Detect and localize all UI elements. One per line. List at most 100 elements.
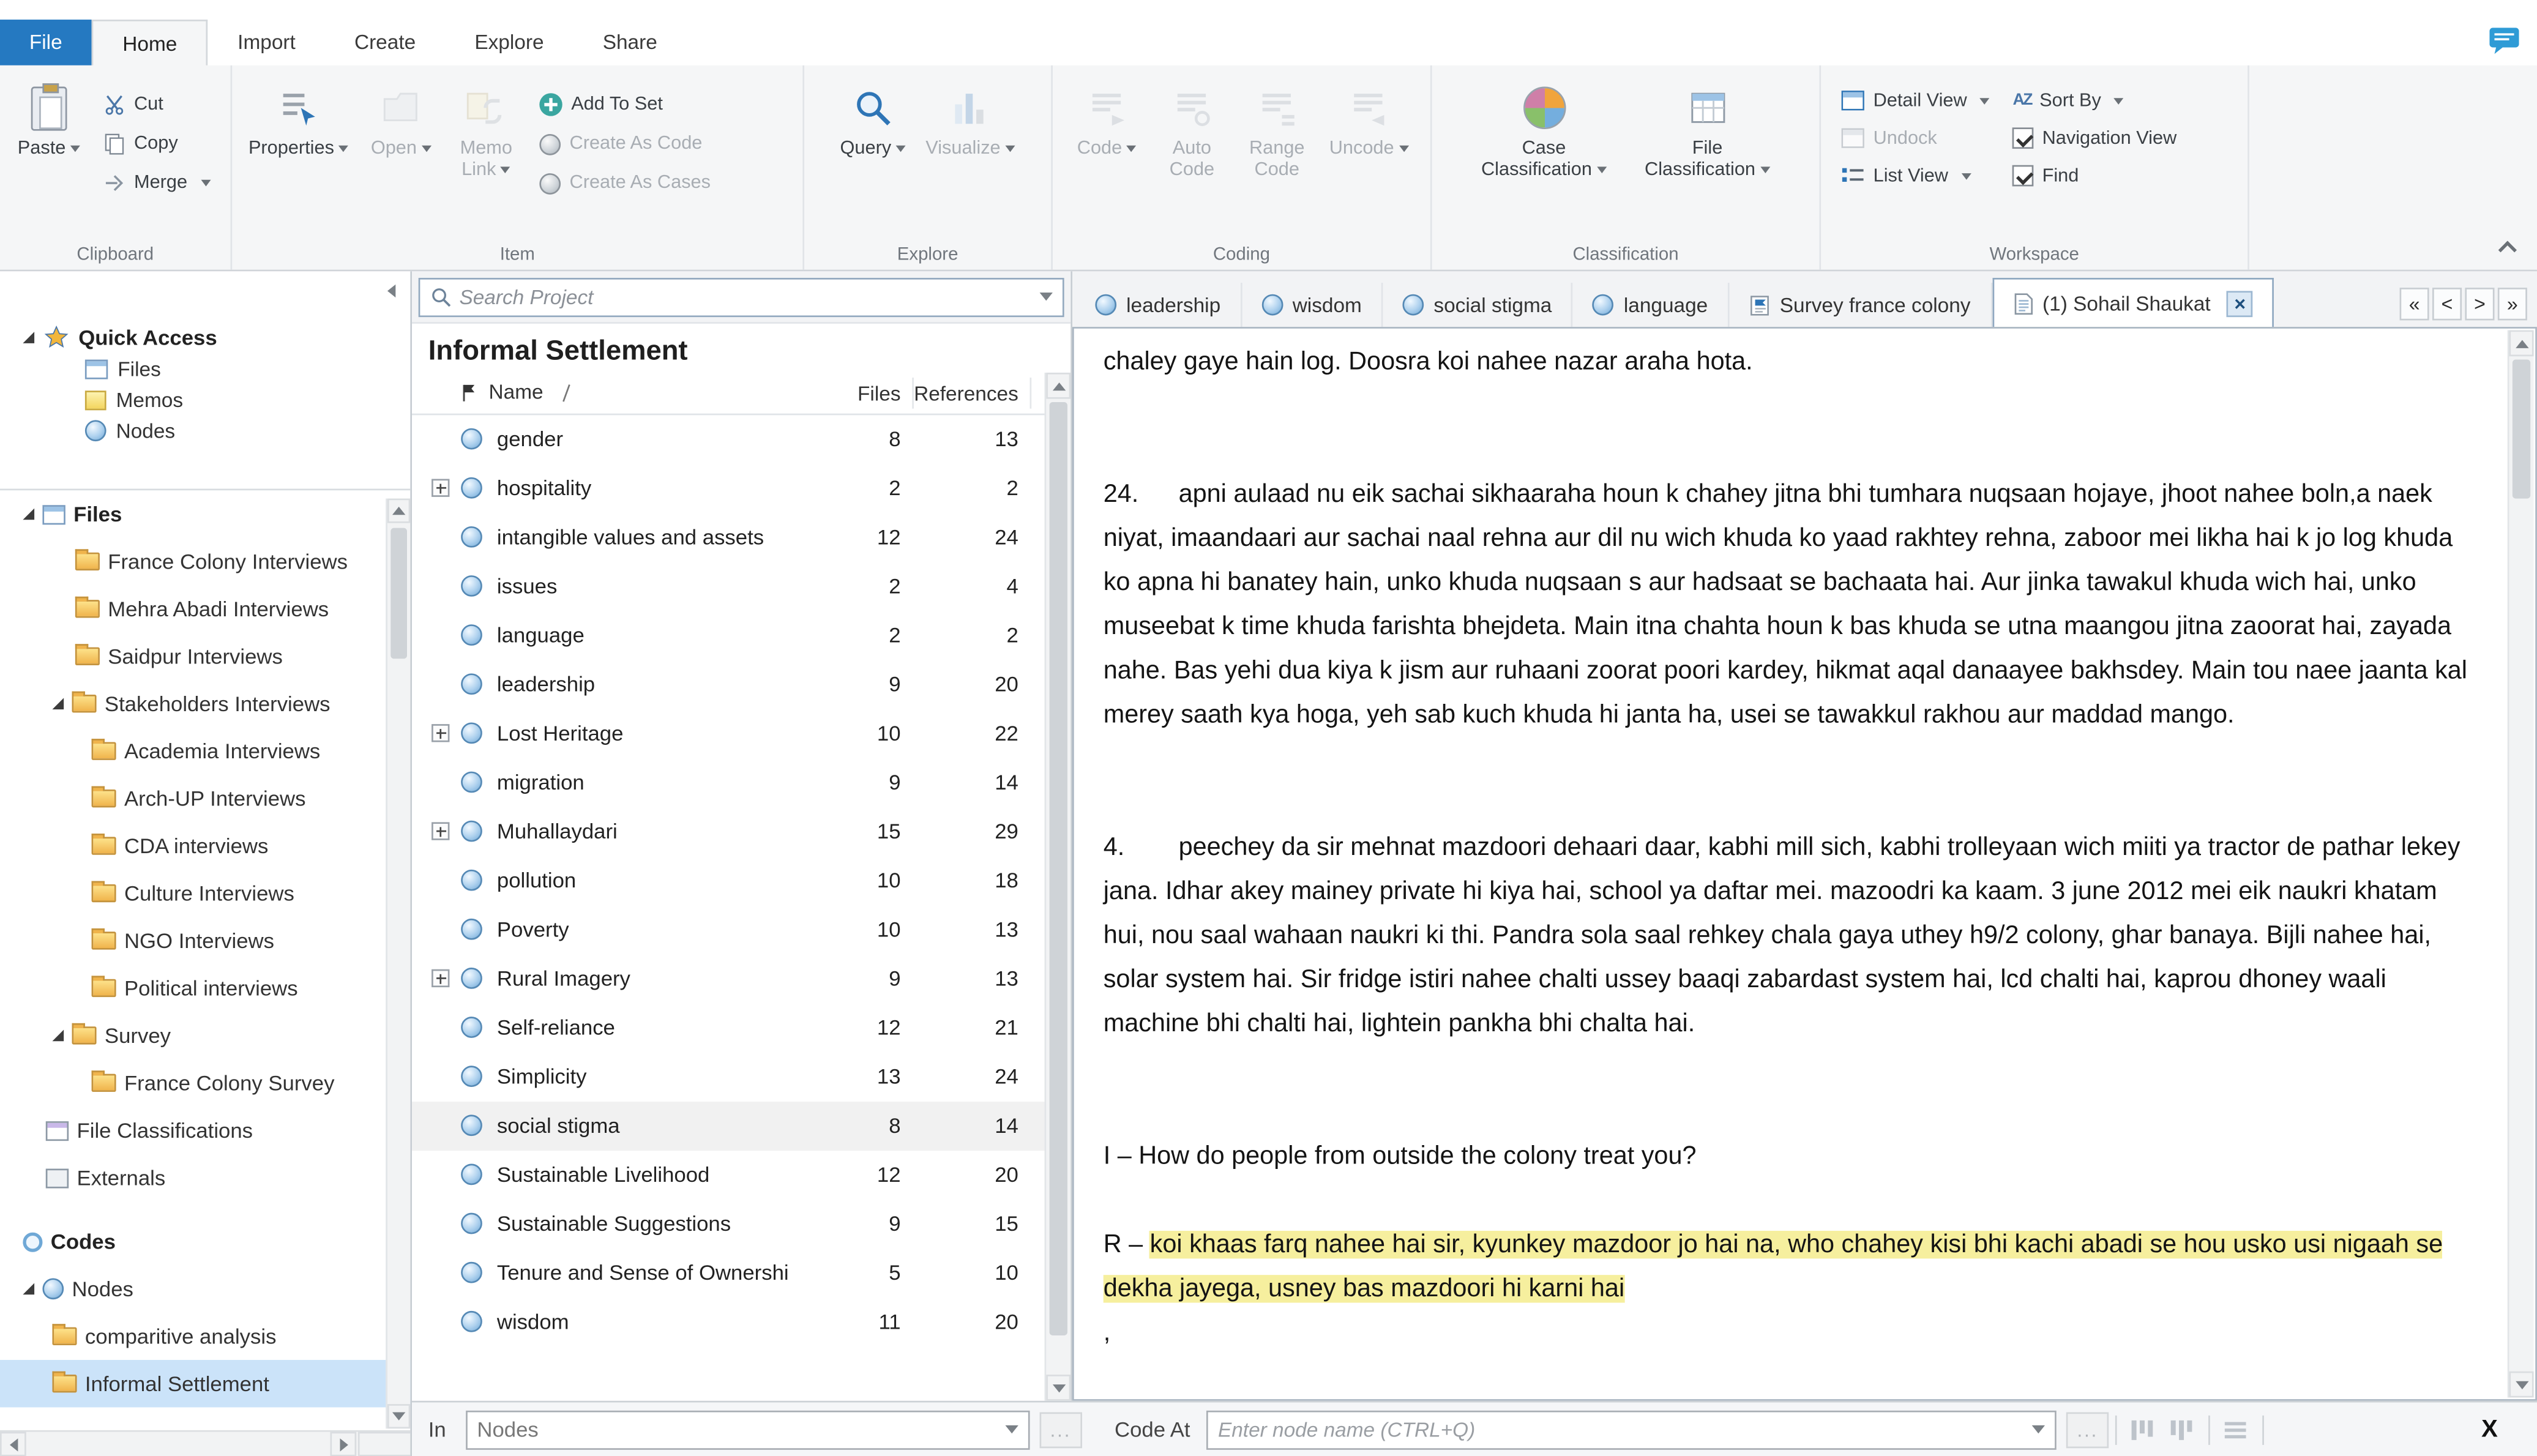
scroll-down-icon[interactable] bbox=[1046, 1375, 1070, 1401]
memo-link-button[interactable]: MemoLink bbox=[447, 78, 525, 185]
doc-tab-language[interactable]: language bbox=[1573, 283, 1729, 327]
doc-tab-wisdom[interactable]: wisdom bbox=[1242, 283, 1383, 327]
code-selection-icon[interactable] bbox=[2129, 1416, 2158, 1443]
code-button[interactable]: Code bbox=[1067, 78, 1146, 163]
tab-import[interactable]: Import bbox=[208, 20, 325, 65]
list-row-issues[interactable]: issues24 bbox=[412, 562, 1045, 611]
list-row-hospitality[interactable]: hospitality22 bbox=[412, 464, 1045, 513]
tab-home[interactable]: Home bbox=[92, 20, 209, 65]
column-references-header[interactable]: References bbox=[914, 383, 1018, 405]
nav-item-externals[interactable]: Externals bbox=[0, 1154, 410, 1201]
nav-item-nodes[interactable]: Nodes bbox=[0, 1265, 410, 1312]
code-at-input-box[interactable] bbox=[1206, 1409, 2057, 1449]
expander-icon[interactable] bbox=[52, 1030, 64, 1042]
create-as-code-button[interactable]: Create As Code bbox=[532, 124, 719, 163]
nav-item-file-classifications[interactable]: File Classifications bbox=[0, 1107, 410, 1154]
quick-access-nodes[interactable]: Nodes bbox=[0, 415, 410, 446]
nav-item-political-interviews[interactable]: Political interviews bbox=[0, 965, 410, 1012]
scroll-right-icon[interactable] bbox=[330, 1432, 356, 1456]
nav-item-france-colony-survey[interactable]: France Colony Survey bbox=[0, 1059, 410, 1107]
case-classification-button[interactable]: Case Classification bbox=[1465, 78, 1622, 185]
scroll-up-icon[interactable] bbox=[2509, 330, 2534, 356]
copy-button[interactable]: Copy bbox=[95, 124, 219, 163]
close-tab-icon[interactable]: × bbox=[2227, 290, 2253, 316]
nav-item-ngo-interviews[interactable]: NGO Interviews bbox=[0, 917, 410, 964]
list-row-self-reliance[interactable]: Self-reliance1221 bbox=[412, 1004, 1045, 1053]
search-dropdown-icon[interactable] bbox=[1040, 293, 1053, 301]
list-row-sustainable-suggestions[interactable]: Sustainable Suggestions915 bbox=[412, 1200, 1045, 1249]
list-row-muhallaydari[interactable]: Muhallaydari1529 bbox=[412, 807, 1045, 856]
scrollbar-thumb[interactable] bbox=[2513, 360, 2530, 499]
expand-plus-icon[interactable] bbox=[432, 479, 449, 497]
scroll-left-icon[interactable] bbox=[0, 1432, 26, 1456]
uncode-button[interactable]: Uncode bbox=[1323, 78, 1415, 163]
visualize-button[interactable]: Visualize bbox=[919, 78, 1022, 163]
browse-scope-button[interactable]: ... bbox=[1039, 1411, 1082, 1447]
doc-tab-leadership[interactable]: leadership bbox=[1075, 283, 1242, 327]
tab-share[interactable]: Share bbox=[574, 20, 687, 65]
query-button[interactable]: Query bbox=[834, 78, 913, 163]
find-checkbox[interactable]: Find bbox=[2013, 157, 2177, 194]
doc-tab-social-stigma[interactable]: social stigma bbox=[1383, 283, 1573, 327]
browse-node-button[interactable]: ... bbox=[2066, 1411, 2109, 1447]
nav-item-mehra-abadi-interviews[interactable]: Mehra Abadi Interviews bbox=[0, 585, 410, 632]
list-row-rural-imagery[interactable]: Rural Imagery913 bbox=[412, 955, 1045, 1004]
scrollbar-thumb[interactable] bbox=[1050, 402, 1067, 1335]
feedback-bubble-icon[interactable] bbox=[2488, 26, 2520, 59]
list-row-pollution[interactable]: pollution1018 bbox=[412, 856, 1045, 905]
cut-button[interactable]: Cut bbox=[95, 85, 219, 124]
scrollbar-thumb[interactable] bbox=[390, 528, 407, 659]
scroll-up-icon[interactable] bbox=[387, 499, 410, 523]
nav-item-files[interactable]: Files bbox=[0, 490, 410, 537]
list-row-wisdom[interactable]: wisdom1120 bbox=[412, 1298, 1045, 1347]
doc-tab-survey-france-colony[interactable]: Survey france colony bbox=[1729, 283, 1992, 327]
quick-access-memos[interactable]: Memos bbox=[0, 384, 410, 416]
nav-item-culture-interviews[interactable]: Culture Interviews bbox=[0, 870, 410, 917]
expand-plus-icon[interactable] bbox=[432, 969, 449, 987]
search-box[interactable] bbox=[419, 277, 1064, 316]
merge-button[interactable]: Merge bbox=[95, 163, 219, 203]
list-row-poverty[interactable]: Poverty1013 bbox=[412, 906, 1045, 955]
list-row-intangible-values[interactable]: intangible values and assets1224 bbox=[412, 513, 1045, 562]
coding-stripes-icon[interactable] bbox=[2222, 1416, 2251, 1443]
collapse-nav-icon[interactable] bbox=[378, 278, 404, 304]
nav-section-codes[interactable]: Codes bbox=[0, 1218, 410, 1265]
expander-icon[interactable] bbox=[23, 1283, 34, 1294]
paste-button[interactable]: Paste bbox=[10, 78, 88, 163]
doc-tab-sohail-shaukat[interactable]: (1) Sohail Shaukat × bbox=[1992, 278, 2274, 327]
tab-create[interactable]: Create bbox=[325, 20, 445, 65]
uncode-selection-icon[interactable] bbox=[2168, 1416, 2197, 1443]
code-at-input[interactable] bbox=[1218, 1418, 2032, 1441]
add-to-set-button[interactable]: Add To Set bbox=[532, 85, 719, 124]
nav-item-survey[interactable]: Survey bbox=[0, 1012, 410, 1059]
list-row-gender[interactable]: gender813 bbox=[412, 415, 1045, 464]
nav-item-saidpur-interviews[interactable]: Saidpur Interviews bbox=[0, 633, 410, 680]
navigation-view-checkbox[interactable]: Navigation View bbox=[2013, 119, 2177, 157]
last-tab-icon[interactable]: » bbox=[2498, 288, 2527, 320]
expander-icon[interactable] bbox=[23, 331, 34, 343]
scroll-down-icon[interactable] bbox=[2509, 1372, 2534, 1398]
open-button[interactable]: Open bbox=[362, 78, 440, 163]
quick-access-files[interactable]: Files bbox=[0, 353, 410, 384]
search-input[interactable] bbox=[459, 285, 1031, 308]
quick-access-header[interactable]: Quick Access bbox=[0, 320, 410, 353]
list-scrollbar[interactable] bbox=[1045, 373, 1071, 1401]
list-row-language[interactable]: language22 bbox=[412, 611, 1045, 660]
nav-item-comparitive-analysis[interactable]: comparitive analysis bbox=[0, 1313, 410, 1360]
create-as-cases-button[interactable]: Create As Cases bbox=[532, 163, 719, 203]
tab-explore[interactable]: Explore bbox=[445, 20, 573, 65]
scroll-up-icon[interactable] bbox=[1046, 373, 1070, 399]
first-tab-icon[interactable]: « bbox=[2400, 288, 2429, 320]
expand-plus-icon[interactable] bbox=[432, 724, 449, 742]
nav-scrollbar[interactable] bbox=[386, 499, 410, 1429]
range-code-button[interactable]: RangeCode bbox=[1238, 78, 1316, 185]
undock-button[interactable]: Undock bbox=[1840, 119, 1990, 157]
list-row-leadership[interactable]: leadership920 bbox=[412, 660, 1045, 709]
list-row-migration[interactable]: migration914 bbox=[412, 758, 1045, 807]
collapse-ribbon-icon[interactable] bbox=[2498, 241, 2517, 259]
nav-hscrollbar[interactable] bbox=[0, 1430, 412, 1456]
column-name-header[interactable]: Name bbox=[461, 381, 568, 403]
file-classification-button[interactable]: File Classification bbox=[1629, 78, 1785, 185]
nav-item-stakeholders-interviews[interactable]: Stakeholders Interviews bbox=[0, 680, 410, 727]
tab-file[interactable]: File bbox=[0, 20, 92, 65]
